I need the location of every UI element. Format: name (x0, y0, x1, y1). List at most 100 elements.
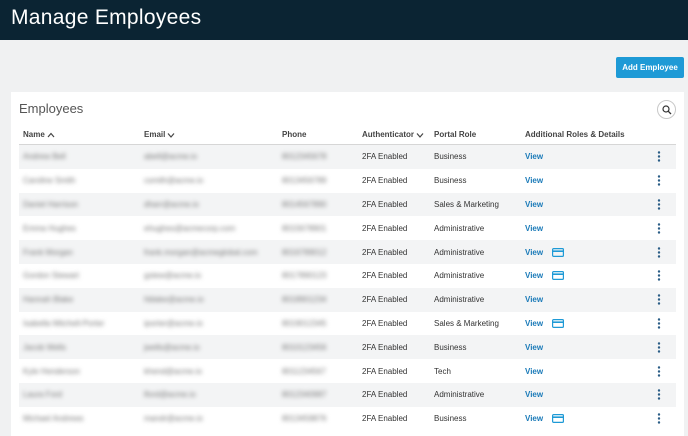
employee-name: Daniel Harrison (23, 199, 79, 209)
chevron-down-icon (167, 132, 175, 138)
table-row: Frank Morgan frank.morgan@acmeglobal.com… (19, 240, 676, 264)
employee-phone: 8010123456 (282, 342, 327, 352)
table-row: Andrew Bell abell@acme.io 8012345678 2FA… (19, 145, 676, 169)
chevron-down-icon (416, 132, 424, 138)
portal-role: Sales & Marketing (434, 318, 499, 328)
column-header-name[interactable]: Name (23, 130, 55, 139)
employee-email: ehughes@acmecorp.com (144, 223, 236, 233)
authenticator-status: 2FA Enabled (362, 271, 408, 281)
view-link[interactable]: View (525, 319, 543, 328)
row-actions-button[interactable] (654, 312, 664, 336)
portal-role: Business (434, 152, 467, 162)
employee-email: gstew@acme.io (144, 271, 202, 281)
employee-name: Michael Andrews (23, 414, 84, 424)
row-actions-button[interactable] (654, 240, 664, 264)
employee-email: hblake@acme.io (144, 295, 204, 305)
row-actions-button[interactable] (654, 359, 664, 383)
row-actions-button[interactable] (654, 335, 664, 359)
portal-role: Administrative (434, 390, 485, 400)
employee-phone: 8015678901 (282, 223, 327, 233)
credit-card-icon[interactable] (552, 414, 565, 424)
table-row: Kyle Henderson khend@acme.io 8011234567 … (19, 359, 676, 383)
employee-name: Emma Hughes (23, 223, 76, 233)
row-actions-button[interactable] (654, 145, 664, 169)
credit-card-icon[interactable] (552, 271, 565, 281)
row-actions-button[interactable] (654, 288, 664, 312)
view-link[interactable]: View (525, 224, 543, 233)
view-link[interactable]: View (525, 176, 543, 185)
employee-email: iporter@acme.io (144, 318, 203, 328)
authenticator-status: 2FA Enabled (362, 342, 408, 352)
more-vertical-icon (657, 318, 661, 329)
view-link[interactable]: View (525, 271, 543, 280)
search-button[interactable] (657, 100, 676, 119)
authenticator-status: 2FA Enabled (362, 414, 408, 424)
employee-phone: 8018901234 (282, 295, 327, 305)
table-row: Michael Andrews mandr@acme.io 8013459876… (19, 407, 676, 431)
more-vertical-icon (657, 413, 661, 424)
more-vertical-icon (657, 365, 661, 377)
add-employee-button[interactable]: Add Employee (616, 57, 684, 78)
additional-details: View (525, 240, 565, 264)
view-link[interactable]: View (525, 414, 543, 423)
row-actions-button[interactable] (654, 216, 664, 240)
employee-email: csmith@acme.io (144, 176, 204, 186)
additional-details: View (525, 383, 543, 407)
additional-details: View (525, 145, 543, 169)
view-link[interactable]: View (525, 152, 543, 161)
additional-details: View (525, 312, 565, 336)
employees-panel: Employees Name Email Phone Authenticator… (11, 92, 684, 436)
authenticator-status: 2FA Enabled (362, 295, 408, 305)
sort-ascending-icon (47, 132, 55, 137)
authenticator-status: 2FA Enabled (362, 390, 408, 400)
employee-email: frank.morgan@acmeglobal.com (144, 247, 258, 257)
view-link[interactable]: View (525, 248, 543, 257)
panel-title: Employees (19, 101, 84, 116)
employee-email: jwells@acme.io (144, 342, 200, 352)
row-actions-button[interactable] (654, 169, 664, 193)
additional-details: View (525, 193, 543, 217)
portal-role: Administrative (434, 295, 485, 305)
column-header-authenticator[interactable]: Authenticator (362, 130, 424, 139)
view-link[interactable]: View (525, 200, 543, 209)
employee-table-body: Andrew Bell abell@acme.io 8012345678 2FA… (19, 145, 676, 431)
credit-card-icon[interactable] (552, 247, 565, 257)
view-link[interactable]: View (525, 390, 543, 399)
portal-role: Administrative (434, 223, 485, 233)
more-vertical-icon (657, 246, 661, 258)
row-actions-button[interactable] (654, 264, 664, 288)
employee-name: Frank Morgan (23, 247, 73, 257)
table-row: Hannah Blake hblake@acme.io 8018901234 2… (19, 287, 676, 312)
column-header-email[interactable]: Email (144, 130, 175, 139)
employee-email: lford@acme.io (144, 390, 196, 400)
table-row: Caroline Smith csmith@acme.io 8013456789… (19, 169, 676, 193)
authenticator-status: 2FA Enabled (362, 176, 408, 186)
portal-role: Administrative (434, 247, 485, 257)
additional-details: View (525, 288, 543, 312)
employee-email: dharr@acme.io (144, 199, 199, 209)
employee-name: Hannah Blake (23, 295, 74, 305)
employee-name: Andrew Bell (23, 152, 66, 162)
row-actions-button[interactable] (654, 193, 664, 217)
more-vertical-icon (657, 199, 661, 210)
additional-details: View (525, 407, 565, 431)
authenticator-status: 2FA Enabled (362, 366, 408, 376)
column-phone-label: Phone (282, 130, 307, 139)
top-bar: Manage Employees (0, 0, 688, 40)
view-link[interactable]: View (525, 367, 543, 376)
more-vertical-icon (657, 175, 661, 186)
more-vertical-icon (657, 151, 661, 163)
table-row: Isabella Mitchell-Porter iporter@acme.io… (19, 312, 676, 336)
employee-phone: 8011234567 (282, 366, 326, 376)
row-actions-button[interactable] (654, 383, 664, 407)
row-actions-button[interactable] (654, 407, 664, 431)
column-authenticator-label: Authenticator (362, 130, 414, 139)
credit-card-icon[interactable] (552, 318, 565, 328)
view-link[interactable]: View (525, 343, 543, 352)
column-email-label: Email (144, 130, 166, 139)
employee-email: khend@acme.io (144, 366, 202, 376)
search-icon (661, 104, 671, 114)
table-row: Gordon Stewart gstew@acme.io 8017890123 … (19, 264, 676, 288)
view-link[interactable]: View (525, 295, 543, 304)
additional-details: View (525, 264, 565, 288)
